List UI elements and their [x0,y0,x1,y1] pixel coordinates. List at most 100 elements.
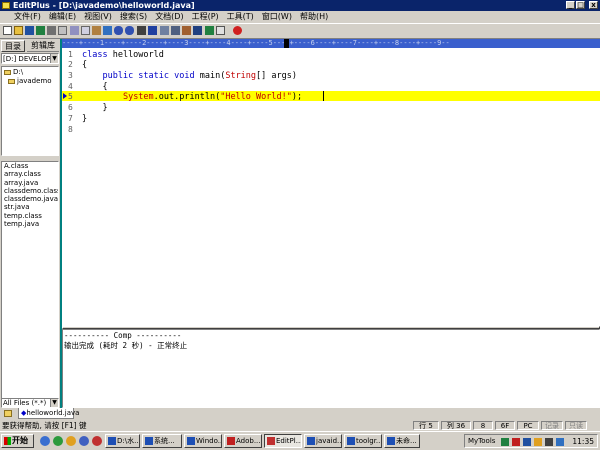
browser-icon[interactable] [205,26,214,35]
task-button[interactable]: D:\水... [105,434,140,448]
redo-icon[interactable] [125,26,134,35]
line-number: 5 [68,92,73,101]
print-icon[interactable] [47,26,56,35]
current-line-arrow-icon [63,93,67,99]
quicklaunch-icon[interactable] [66,436,76,446]
menu-search[interactable]: 搜索(S) [116,11,151,23]
close-button[interactable]: x [589,1,598,9]
tray-icon[interactable] [512,438,520,446]
task-button[interactable]: 系统... [142,434,182,448]
chevron-down-icon[interactable]: ▼ [50,399,58,407]
task-label: EditPl... [276,437,302,445]
open-folder-icon[interactable] [14,26,23,35]
maximize-button[interactable]: □ [576,1,585,9]
menu-edit[interactable]: 编辑(E) [45,11,80,23]
folder-tree: D:\ javademo [1,66,59,156]
menu-file[interactable]: 文件(F) [0,11,45,23]
line-number: 3 [68,71,73,80]
folder-item[interactable]: javademo [8,77,52,85]
file-item[interactable]: str.java [2,203,58,211]
folder-icon[interactable] [4,410,12,417]
file-filter-select[interactable]: All Files (*.*) ▼ [1,398,59,408]
network-icon[interactable] [556,438,564,446]
code-text: { [82,82,108,92]
save-all-icon[interactable] [36,26,45,35]
output-window[interactable]: ---------- Comp ---------- 输出完成 (耗时 2 秒)… [62,329,600,408]
menu-help[interactable]: 帮助(H) [296,11,332,23]
status-row: 行 5 [413,421,439,430]
task-button[interactable]: javaid... [304,434,342,448]
editplus-app-icon[interactable] [2,2,10,9]
tray-icon[interactable] [523,438,531,446]
task-button[interactable]: 未命... [384,434,420,448]
menu-window[interactable]: 窗口(W) [258,11,296,23]
folder-label: D:\ [13,68,24,76]
ie-icon[interactable] [40,436,50,446]
drive-select[interactable]: [D:] DEVELOPE ▼ [1,53,59,64]
folder-item[interactable]: D:\ [4,68,23,76]
task-button[interactable]: toolgr... [344,434,382,448]
clip-icon[interactable] [216,26,225,35]
folder-icon [4,69,11,75]
line-number-icon[interactable] [182,26,191,35]
copy-icon[interactable] [81,26,90,35]
output-message: 输出完成 (耗时 2 秒) - 正常终止 [64,341,188,350]
tray-icon[interactable] [534,438,542,446]
status-hex: 6F [495,421,515,430]
tab-directory[interactable]: 目录 [1,40,25,52]
new-file-icon[interactable] [3,26,12,35]
menu-tools[interactable]: 工具(T) [223,11,258,23]
file-item[interactable]: classdemo.java [2,195,58,203]
class-name: System [122,92,154,102]
task-button-active[interactable]: EditPl... [264,434,302,448]
document-tabs: ◆helloworld.java [0,408,600,420]
print-preview-icon[interactable] [58,26,67,35]
system-icon [145,437,153,445]
start-label: 开始 [12,436,28,445]
menu-view[interactable]: 视图(V) [80,11,116,23]
toolbar [0,23,600,39]
quicklaunch-icon[interactable] [79,436,89,446]
paste-icon[interactable] [92,26,101,35]
clock[interactable]: 11:35 [572,435,594,448]
replace-icon[interactable] [148,26,157,35]
tab-cliptext[interactable]: 剪辑库 [27,40,59,52]
undo-icon[interactable] [114,26,123,35]
code-line: } [82,114,87,124]
ruler-scale: ----+----1----+----2----+----3----+----4… [62,39,450,47]
status-format: PC [517,421,539,430]
stop-icon[interactable] [233,26,242,35]
quicklaunch-icon[interactable] [92,436,102,446]
menu-document[interactable]: 文档(D) [151,11,187,23]
word-wrap-icon[interactable] [160,26,169,35]
save-icon[interactable] [25,26,34,35]
desktop-icon[interactable] [53,436,63,446]
task-button[interactable]: Windo... [184,434,222,448]
file-item[interactable]: classdemo.class [2,187,58,195]
find-icon[interactable] [137,26,146,35]
task-button[interactable]: Adob... [224,434,262,448]
code-line: class helloworld [82,50,164,60]
file-item[interactable]: temp.java [2,220,58,228]
folder-label: javademo [17,77,52,85]
file-item[interactable]: array.class [2,170,58,178]
file-item[interactable]: A.class [2,162,58,170]
code-editor[interactable]: ----+----1----+----2----+----3----+----4… [62,39,600,326]
volume-icon[interactable] [545,438,553,446]
cut-icon[interactable] [70,26,79,35]
delete-icon[interactable] [103,26,112,35]
tray-icon[interactable] [501,438,509,446]
code-text: ); [291,92,303,102]
mytools-label[interactable]: MyTools [468,436,495,447]
file-item[interactable]: temp.class [2,212,58,220]
status-message: 要获得帮助, 请按 [F1] 键 [2,421,87,430]
minimize-button[interactable]: _ [566,1,575,9]
menu-project[interactable]: 工程(P) [188,11,223,23]
file-item[interactable]: array.java [2,179,58,187]
task-label: D:\水... [117,437,140,445]
directory-window-icon[interactable] [193,26,202,35]
ruler-icon[interactable] [171,26,180,35]
tab-helloworld[interactable]: ◆helloworld.java [18,408,79,419]
chevron-down-icon[interactable]: ▼ [50,54,58,63]
start-button[interactable]: 开始 [1,434,34,448]
